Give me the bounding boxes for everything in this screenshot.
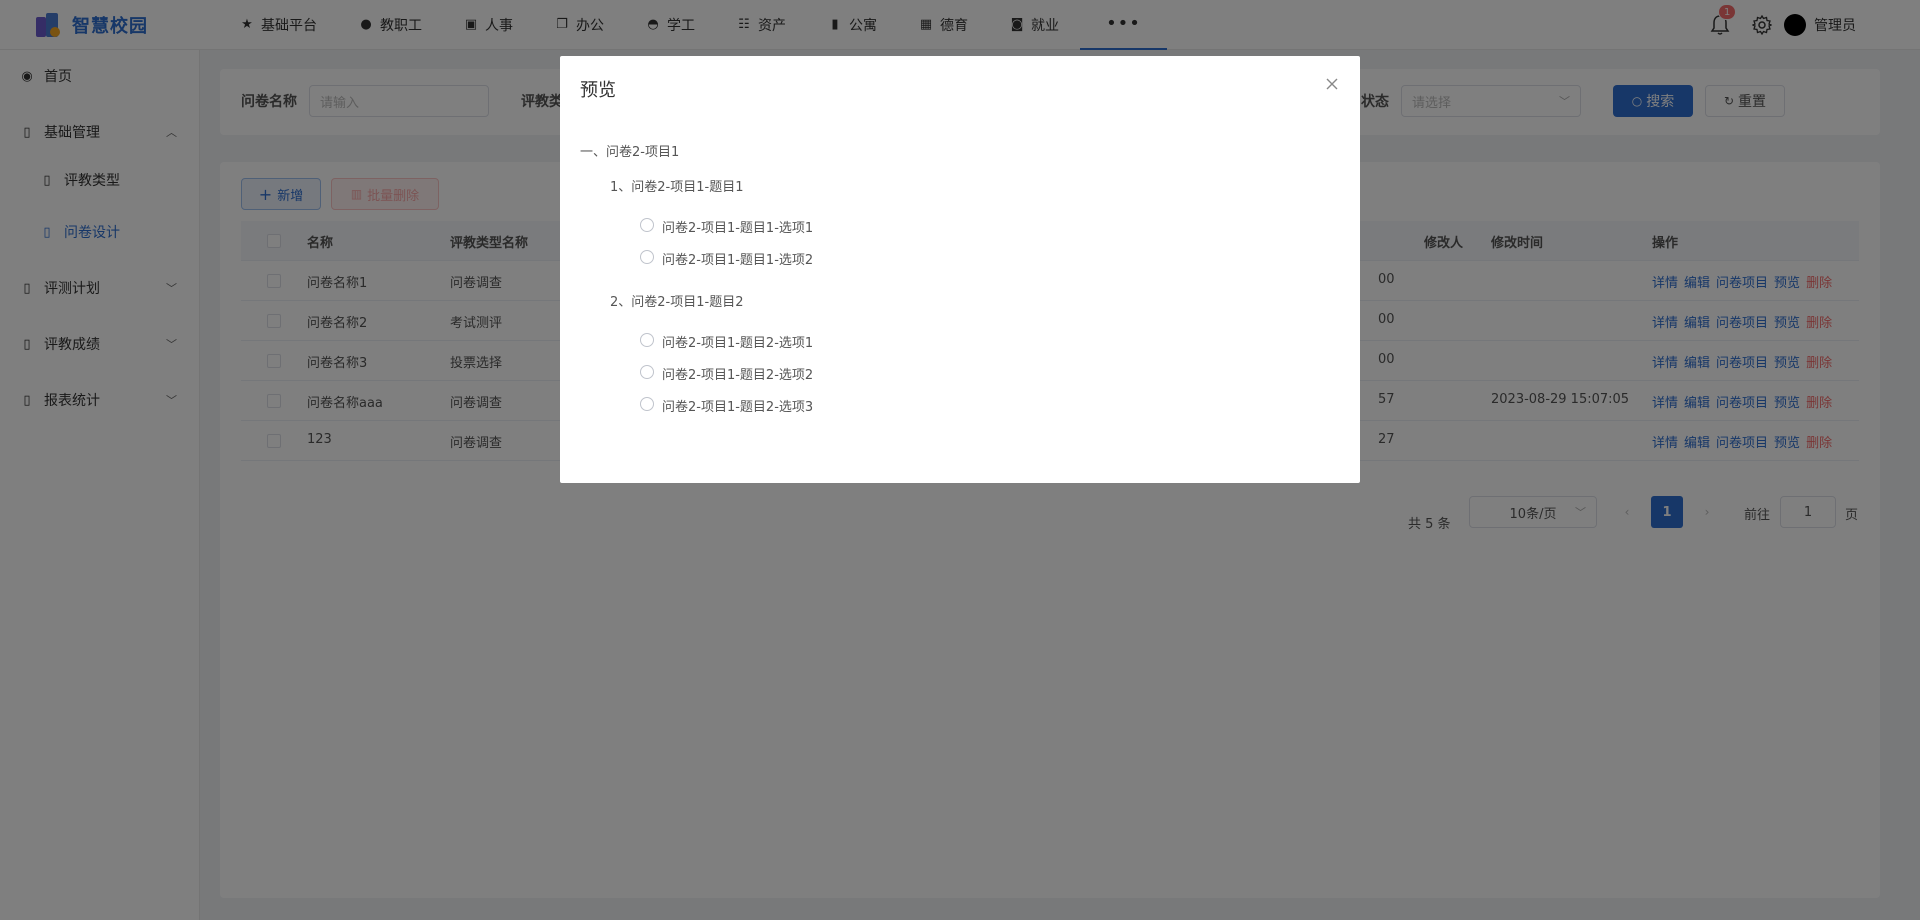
option-radio[interactable] bbox=[640, 333, 654, 347]
option-label: 问卷2-项目1-题目2-选项2 bbox=[662, 368, 814, 383]
option-radio[interactable] bbox=[640, 250, 654, 264]
close-icon[interactable] bbox=[1324, 76, 1340, 92]
preview-dialog: 预览 一、问卷2-项目1 1、问卷2-项目1-题目1 问卷2-项目1-题目1-选… bbox=[560, 56, 1360, 483]
option-label: 问卷2-项目1-题目2-选项3 bbox=[662, 400, 814, 415]
option-label: 问卷2-项目1-题目1-选项2 bbox=[662, 253, 814, 268]
dialog-title: 预览 bbox=[580, 80, 616, 101]
preview-question-title: 2、问卷2-项目1-题目2 bbox=[610, 295, 744, 310]
option-radio[interactable] bbox=[640, 365, 654, 379]
preview-section-title: 一、问卷2-项目1 bbox=[580, 145, 680, 160]
preview-question-title: 1、问卷2-项目1-题目1 bbox=[610, 180, 744, 195]
option-radio[interactable] bbox=[640, 218, 654, 232]
option-label: 问卷2-项目1-题目1-选项1 bbox=[662, 221, 814, 236]
option-label: 问卷2-项目1-题目2-选项1 bbox=[662, 336, 814, 351]
option-radio[interactable] bbox=[640, 397, 654, 411]
